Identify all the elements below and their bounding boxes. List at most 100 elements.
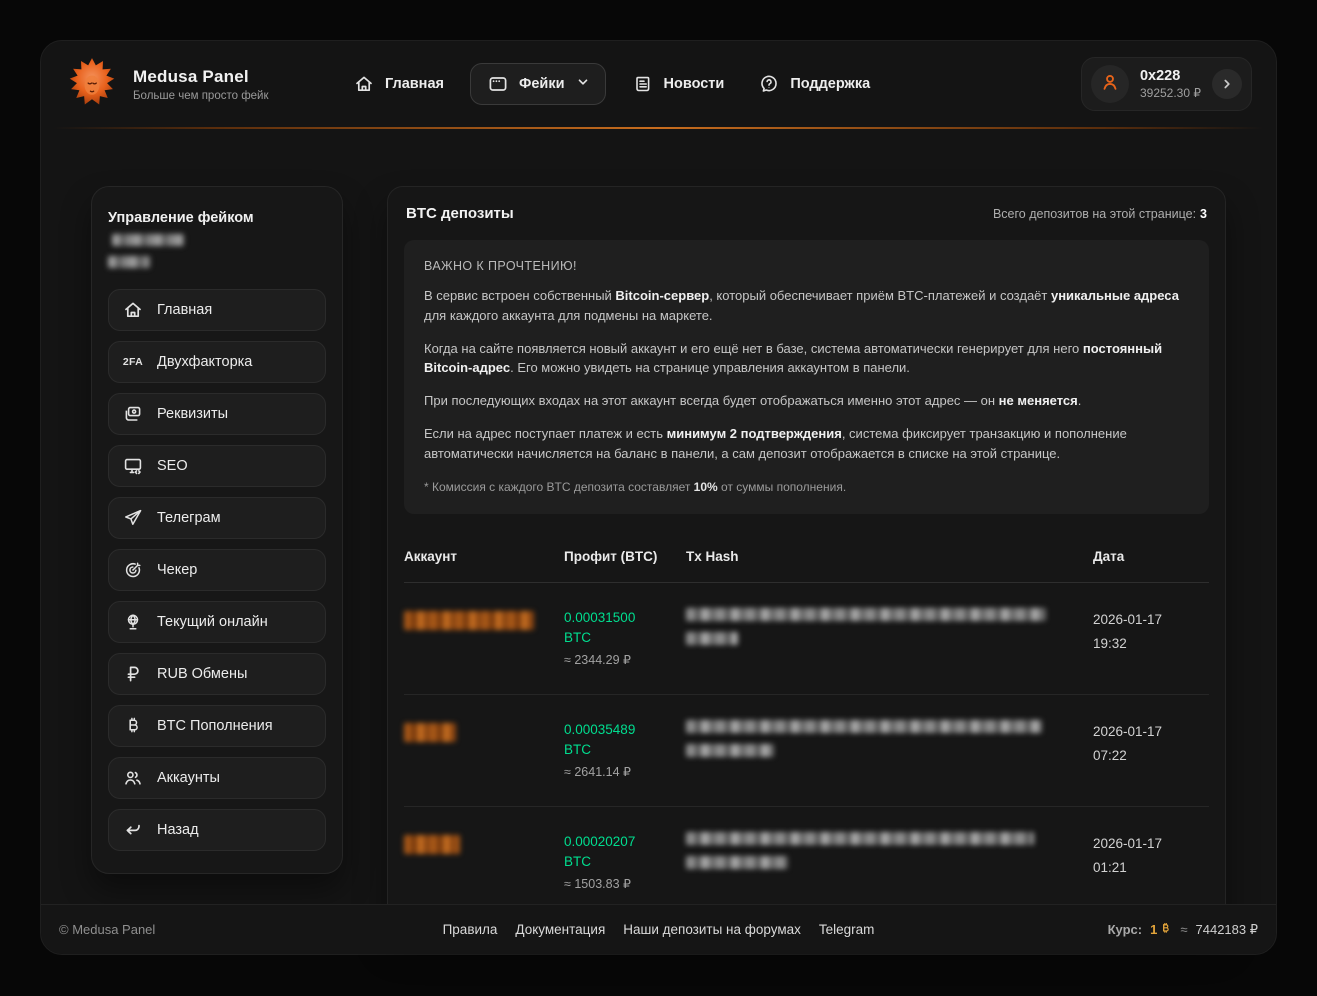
rate-rub-value: 7442183 ₽ — [1196, 922, 1259, 938]
deposit-date: 2026-01-17 — [1093, 608, 1209, 632]
notice-footnote: * Комиссия с каждого BTC депозита состав… — [424, 480, 1189, 494]
profit-cell: 0.00020207 BTC ≈ 1503.83 ₽ — [564, 807, 686, 919]
sidebar-item-telegram[interactable]: Телеграм — [108, 497, 326, 539]
content-area: Управление фейком Главная 2FA Двухфактор… — [41, 129, 1276, 932]
window-icon — [487, 74, 509, 94]
deposit-row: 0.00035489 BTC ≈ 2641.14 ₽ 2026-01-17 07… — [404, 695, 1209, 807]
deposits-table: Аккаунт Профит (BTC) Tx Hash Дата 0.0003… — [404, 534, 1209, 919]
footer-link-docs[interactable]: Документация — [515, 922, 605, 937]
sidebar-item-btc-deposits[interactable]: BTC Пополнения — [108, 705, 326, 747]
redacted-tx-hash — [686, 856, 788, 869]
date-cell: 2026-01-17 01:21 — [1093, 807, 1209, 919]
chevron-right-icon[interactable] — [1212, 69, 1242, 99]
sidebar-item-label: BTC Пополнения — [157, 718, 273, 734]
redacted-tx-hash — [686, 632, 738, 645]
nav-item-news[interactable]: Новости — [624, 64, 733, 104]
table-body: 0.00031500 BTC ≈ 2344.29 ₽ 2026-01-17 19… — [404, 583, 1209, 919]
online-globe-icon — [122, 612, 144, 632]
medusa-logo-icon — [65, 57, 119, 111]
sidebar-item-label: Назад — [157, 822, 199, 838]
sidebar-item-requisites[interactable]: Реквизиты — [108, 393, 326, 435]
column-header-account: Аккаунт — [404, 534, 564, 583]
sidebar-item-online[interactable]: Текущий онлайн — [108, 601, 326, 643]
sidebar-item-label: Главная — [157, 302, 212, 318]
sidebar-item-label: Реквизиты — [157, 406, 228, 422]
copyright: © Medusa Panel — [59, 922, 155, 937]
sidebar-item-label: Аккаунты — [157, 770, 220, 786]
notice-box: ВАЖНО К ПРОЧТЕНИЮ! В сервис встроен собс… — [404, 240, 1209, 514]
deposit-row: 0.00020207 BTC ≈ 1503.83 ₽ 2026-01-17 01… — [404, 807, 1209, 919]
redacted-account-name — [404, 611, 534, 630]
footer-link-forum-deposits[interactable]: Наши депозиты на форумах — [623, 922, 801, 937]
rate-label: Курс: — [1108, 922, 1143, 937]
deposit-date: 2026-01-17 — [1093, 832, 1209, 856]
notice-paragraph: Если на адрес поступает платеж и есть ми… — [424, 424, 1189, 464]
txhash-cell — [686, 807, 1093, 919]
sidebar-item-seo[interactable]: SEO — [108, 445, 326, 487]
txhash-cell — [686, 583, 1093, 695]
nav-label: Новости — [664, 76, 725, 92]
txhash-cell — [686, 695, 1093, 807]
redacted-tx-hash — [686, 832, 1034, 845]
notice-paragraph: При последующих входах на этот аккаунт в… — [424, 391, 1189, 411]
profit-btc-value: 0.00035489 BTC — [564, 720, 656, 760]
profit-cell: 0.00031500 BTC ≈ 2344.29 ₽ — [564, 583, 686, 695]
btc-rate: Курс: 1 ≈ 7442183 ₽ — [1108, 922, 1258, 938]
redacted-fake-name — [108, 256, 150, 268]
accounts-icon — [122, 768, 144, 788]
profit-btc-value: 0.00020207 BTC — [564, 832, 656, 872]
help-icon — [758, 74, 780, 94]
rate-approx: ≈ — [1180, 922, 1187, 937]
deposits-total-value: 3 — [1200, 207, 1207, 221]
nav-item-support[interactable]: Поддержка — [750, 64, 878, 104]
profit-rub-value: ≈ 1503.83 ₽ — [564, 876, 686, 891]
back-icon — [122, 820, 144, 840]
chevron-down-icon — [577, 76, 589, 92]
brand-subtitle: Больше чем просто фейк — [133, 90, 269, 102]
deposits-total: Всего депозитов на этой странице:3 — [993, 207, 1207, 221]
nav-item-fakes[interactable]: Фейки — [470, 63, 606, 105]
profit-rub-value: ≈ 2344.29 ₽ — [564, 652, 686, 667]
sidebar-title: Управление фейком — [108, 207, 326, 273]
main-nav: Главная Фейки Новости — [345, 63, 878, 105]
profit-cell: 0.00035489 BTC ≈ 2641.14 ₽ — [564, 695, 686, 807]
nav-label: Главная — [385, 76, 444, 92]
footer-link-telegram[interactable]: Telegram — [819, 922, 875, 937]
seo-monitor-icon — [122, 456, 144, 476]
bitcoin-icon — [1159, 922, 1172, 938]
brand: Medusa Panel Больше чем просто фейк — [65, 57, 333, 111]
deposit-date: 2026-01-17 — [1093, 720, 1209, 744]
user-balance: 39252.30 ₽ — [1140, 86, 1201, 100]
table-header-row: Аккаунт Профит (BTC) Tx Hash Дата — [404, 534, 1209, 583]
btc-deposits-panel: BTC депозиты Всего депозитов на этой стр… — [387, 186, 1226, 932]
rate-btc-amount: 1 — [1150, 922, 1172, 938]
date-cell: 2026-01-17 07:22 — [1093, 695, 1209, 807]
ruble-icon — [122, 664, 144, 684]
user-meta: 0x228 39252.30 ₽ — [1140, 68, 1201, 100]
sidebar-item-label: Текущий онлайн — [157, 614, 268, 630]
deposit-time: 01:21 — [1093, 856, 1209, 880]
home-icon — [122, 300, 144, 320]
redacted-fake-name — [112, 234, 184, 246]
sidebar-item-label: SEO — [157, 458, 188, 474]
user-card[interactable]: 0x228 39252.30 ₽ — [1081, 57, 1252, 111]
sidebar-item-2fa[interactable]: 2FA Двухфакторка — [108, 341, 326, 383]
top-bar: Medusa Panel Больше чем просто фейк Глав… — [41, 41, 1276, 127]
notice-paragraph: В сервис встроен собственный Bitcoin-сер… — [424, 286, 1189, 326]
footer-link-rules[interactable]: Правила — [443, 922, 498, 937]
sidebar-item-rub-exchanges[interactable]: RUB Обмены — [108, 653, 326, 695]
sidebar-item-main[interactable]: Главная — [108, 289, 326, 331]
bitcoin-icon — [122, 716, 144, 736]
sidebar-item-accounts[interactable]: Аккаунты — [108, 757, 326, 799]
redacted-tx-hash — [686, 608, 1046, 621]
brand-text: Medusa Panel Больше чем просто фейк — [133, 67, 269, 102]
app-window: Medusa Panel Больше чем просто фейк Глав… — [40, 40, 1277, 955]
telegram-icon — [122, 508, 144, 528]
user-id: 0x228 — [1140, 68, 1201, 84]
panel-header: BTC депозиты Всего депозитов на этой стр… — [404, 205, 1209, 222]
sidebar-item-back[interactable]: Назад — [108, 809, 326, 851]
sidebar-item-checker[interactable]: Чекер — [108, 549, 326, 591]
footer: © Medusa Panel Правила Документация Наши… — [41, 904, 1276, 954]
nav-item-home[interactable]: Главная — [345, 64, 452, 104]
sidebar-item-label: Телеграм — [157, 510, 221, 526]
